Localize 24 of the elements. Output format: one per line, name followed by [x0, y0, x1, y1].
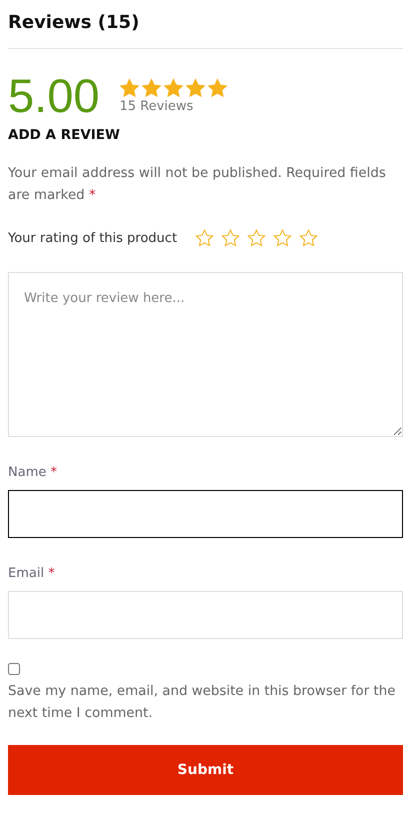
star-icon[interactable] — [221, 229, 240, 247]
review-count: 15 Reviews — [119, 99, 194, 114]
field-label: Email * — [8, 566, 55, 581]
star-icon[interactable] — [195, 229, 214, 247]
star-icon — [163, 78, 184, 98]
star-icon[interactable] — [273, 229, 292, 247]
star-icon[interactable] — [247, 229, 266, 247]
star-icon — [207, 78, 228, 98]
input-field[interactable] — [8, 490, 403, 538]
star-icon[interactable] — [299, 229, 318, 247]
review-field[interactable]: Write your review here... — [8, 272, 403, 437]
notice-text: Your email address will not be published. Required fields are marked * — [8, 165, 387, 205]
rating-input[interactable] — [195, 229, 318, 247]
average-score: 5.00 — [8, 71, 100, 121]
section-heading: Reviews (15) — [8, 12, 140, 33]
star-icon — [119, 78, 140, 98]
consent-text: Save my name, email, and website in this browser for the next time I comment. — [8, 683, 396, 723]
form-title: ADD A REVIEW — [8, 127, 120, 143]
star-icon — [185, 78, 206, 98]
field-label: Name * — [8, 465, 57, 480]
consent-checkbox[interactable] — [8, 663, 20, 675]
rating-label: Your rating of this product — [8, 230, 178, 246]
submit-button[interactable]: Submit — [8, 745, 403, 795]
star-icon — [141, 78, 162, 98]
